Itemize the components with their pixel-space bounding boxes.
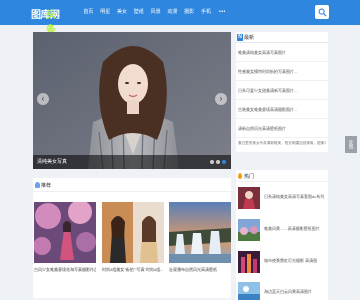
feedback-label: 反馈 (349, 140, 354, 149)
latest-list: 唯美清纯美女高清写真图片 性感美女模特时尚街拍写真图片... 日系可爱少女甜美清… (236, 43, 328, 154)
list-item-link[interactable]: 唯美清纯美女高清写真图片 (238, 50, 326, 56)
nav-item-mobile[interactable]: 手机 (198, 0, 215, 25)
recommend-title: 推荐 (41, 183, 52, 189)
list-item-summary: 春日里的美女写真清新唯美，阳光明媚自然清爽，甜美可人的笑容让人心动不已更多精彩 (236, 138, 328, 154)
chevron-left-icon: ‹ (41, 94, 45, 103)
nav-more-button[interactable]: ••• (214, 0, 230, 25)
chevron-right-icon: › (219, 94, 223, 103)
hot-item-title[interactable]: 城市夜景霓虹灯光摄影 高清图 (264, 258, 326, 264)
list-item[interactable]: 日系可爱少女甜美清新写真图片... (236, 81, 328, 100)
hot-header: 热门 (236, 170, 328, 182)
list-item-link[interactable]: 清新自然风光高清壁纸图片 (238, 126, 326, 132)
nav-item-scenery[interactable]: 风景 (147, 0, 164, 25)
slide-image[interactable] (33, 32, 231, 169)
hot-panel: 热门 日系清纯美女高清写真套图dc系列 唯美风景.......高清摄影壁纸图片 … (236, 170, 328, 300)
top-navigation-bar: 图库网 头条 首页 明星 美女 壁纸 风景 动漫 摄影 手机 ••• (0, 0, 360, 36)
hot-thumbnail[interactable] (238, 251, 260, 273)
nav-item-anime[interactable]: 动漫 (164, 0, 181, 25)
recommend-card[interactable]: 古风少女唯美意境花海写真摄影作品图片 (34, 202, 96, 278)
search-button[interactable] (315, 5, 329, 19)
nav-item-beauty[interactable]: 美女 (114, 0, 131, 25)
recommend-card[interactable]: 壮观瀑布自然风光高清壁纸 (169, 202, 231, 278)
recommend-card[interactable]: 时尚4组美女"街拍""写真"时尚4组... (102, 202, 164, 278)
site-logo[interactable]: 图库网 头条 (31, 6, 61, 36)
slide-caption[interactable]: 清纯美女写真 (37, 158, 67, 165)
recommend-section: 推荐 古风少女唯美意境花海写真摄影作品图片 时尚4组美女"街拍""写真"时尚4组… (33, 178, 231, 298)
list-item[interactable]: 唯美清纯美女高清写真图片 (236, 43, 328, 62)
nav-item-wallpaper[interactable]: 壁纸 (130, 0, 147, 25)
search-icon (318, 8, 327, 17)
hot-item[interactable]: 城市夜景霓虹灯光摄影 高清图 (236, 251, 328, 277)
feedback-tab[interactable]: 反馈 (345, 136, 357, 153)
slider-dot-active[interactable] (222, 160, 226, 164)
list-item-link[interactable]: 日系可爱少女甜美清新写真图片... (238, 88, 326, 94)
hot-thumbnail[interactable] (238, 282, 260, 300)
latest-header: N 最新 (236, 32, 328, 43)
user-icon (35, 182, 40, 188)
card-thumbnail[interactable] (34, 202, 96, 263)
slider-next-button[interactable]: › (215, 93, 227, 105)
recommend-header: 推荐 (33, 178, 231, 192)
hot-item-title[interactable]: 日系清纯美女高清写真套图dc系列 (264, 194, 326, 200)
flame-icon (238, 173, 242, 179)
hot-thumbnail[interactable] (238, 219, 260, 241)
list-item-link[interactable]: 古装美女唯美意境高清摄影图片... (238, 107, 326, 113)
hot-item[interactable]: 海边蓝天白云风景高清图片 (236, 282, 328, 300)
card-thumbnail[interactable] (102, 202, 164, 263)
nav-item-photo[interactable]: 摄影 (181, 0, 198, 25)
card-title[interactable]: 壮观瀑布自然风光高清壁纸 (169, 267, 231, 273)
card-thumbnail[interactable] (169, 202, 231, 263)
hot-title: 热门 (244, 174, 255, 180)
card-title[interactable]: 古风少女唯美意境花海写真摄影作品图片 (34, 267, 96, 273)
summary-text: 春日里的美女写真清新唯美，阳光明媚自然清爽，甜美可人的笑容让人心动不已更多精彩 (238, 141, 326, 145)
slider-dot[interactable] (216, 160, 220, 164)
card-title[interactable]: 时尚4组美女"街拍""写真"时尚4组... (102, 267, 164, 273)
hot-thumbnail[interactable] (238, 187, 260, 209)
latest-title: 最新 (244, 35, 255, 41)
new-icon: N (237, 34, 243, 41)
slider-prev-button[interactable]: ‹ (37, 93, 49, 105)
latest-panel: N 最新 唯美清纯美女高清写真图片 性感美女模特时尚街拍写真图片... 日系可爱… (236, 32, 328, 154)
slider-dot[interactable] (210, 160, 214, 164)
list-item[interactable]: 古装美女唯美意境高清摄影图片... (236, 100, 328, 119)
hot-item-title[interactable]: 海边蓝天白云风景高清图片 (264, 289, 326, 295)
list-item-link[interactable]: 性感美女模特时尚街拍写真图片... (238, 69, 326, 75)
list-item[interactable]: 清新自然风光高清壁纸图片 (236, 119, 328, 138)
main-nav: 首页 明星 美女 壁纸 风景 动漫 摄影 手机 ••• (80, 0, 230, 25)
hot-item[interactable]: 日系清纯美女高清写真套图dc系列 (236, 187, 328, 213)
nav-item-home[interactable]: 首页 (80, 0, 97, 25)
slide-caption-bar: 清纯美女写真 (33, 155, 231, 169)
list-item[interactable]: 性感美女模特时尚街拍写真图片... (236, 62, 328, 81)
hot-item[interactable]: 唯美风景.......高清摄影壁纸图片 (236, 219, 328, 245)
image-slider[interactable]: ‹ › 清纯美女写真 (33, 32, 231, 169)
nav-item-stars[interactable]: 明星 (97, 0, 114, 25)
slider-dots (210, 160, 226, 164)
hot-item-title[interactable]: 唯美风景.......高清摄影壁纸图片 (264, 226, 326, 232)
